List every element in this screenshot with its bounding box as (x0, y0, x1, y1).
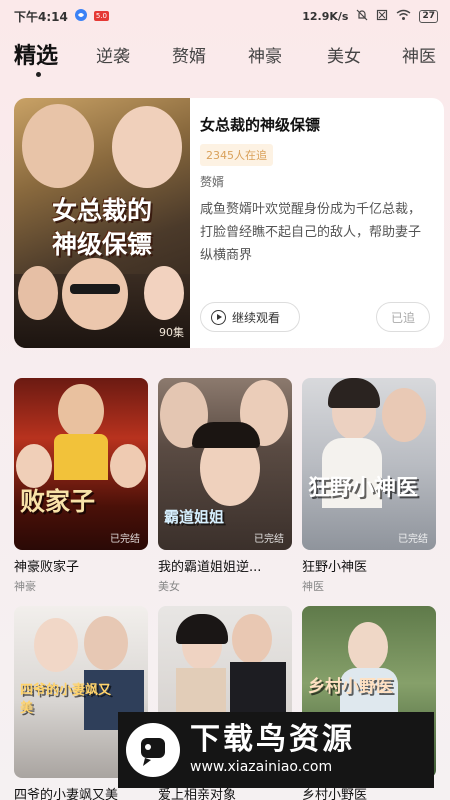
network-speed: 12.9K/s (302, 9, 349, 23)
category-tabs: 精选 逆袭 赘婿 神豪 美女 神医 (0, 36, 450, 84)
bird-logo-icon (126, 723, 180, 777)
watermark-banner: 下载鸟资源 www.xiazainiao.com (118, 712, 434, 788)
continue-watching-label: 继续观看 (232, 310, 281, 325)
drama-genre: 神医 (302, 580, 324, 593)
featured-title[interactable]: 女总裁的神级保镖 (200, 114, 320, 135)
drama-card[interactable]: 狂野小神医 已完结 狂野小神医 神医 (302, 378, 436, 594)
featured-genre: 赘婿 (200, 175, 225, 189)
drama-poster-title: 四爷的小妻飒又美 (20, 683, 112, 716)
tab-comeback[interactable]: 逆袭 (96, 42, 130, 67)
tab-tycoon[interactable]: 神豪 (248, 42, 282, 67)
completed-label: 已完结 (110, 534, 140, 545)
drama-genre: 美女 (158, 580, 180, 593)
drama-title[interactable]: 狂野小神医 (302, 556, 436, 575)
tab-featured[interactable]: 精选 (14, 38, 58, 70)
tab-doctor[interactable]: 神医 (402, 42, 436, 67)
tab-son-in-law[interactable]: 赘婿 (172, 42, 206, 67)
drama-poster-title: 狂野小神医 (308, 475, 419, 501)
featured-card[interactable]: 女总裁的 神级保镖 90集 女总裁的神级保镖 2345人在追 赘婿 咸鱼赘婿叶欢… (14, 98, 444, 348)
drama-poster[interactable]: 狂野小神医 已完结 (302, 378, 436, 550)
drama-title[interactable]: 我的霸道姐姐逆... (158, 556, 292, 575)
drama-poster-title: 霸道姐姐 (164, 508, 225, 526)
drama-poster[interactable]: 败家子 已完结 (14, 378, 148, 550)
battery-level: 27 (419, 9, 438, 23)
wifi-icon (396, 9, 411, 24)
tab-beauty[interactable]: 美女 (327, 42, 361, 67)
featured-episode-count: 90集 (159, 326, 184, 339)
drama-genre: 神豪 (14, 580, 36, 593)
drama-card[interactable]: 败家子 已完结 神豪败家子 神豪 (14, 378, 148, 594)
completed-label: 已完结 (398, 534, 428, 545)
continue-watching-button[interactable]: 继续观看 (200, 302, 300, 332)
followed-button[interactable]: 已追 (376, 302, 430, 332)
featured-poster[interactable]: 女总裁的 神级保镖 90集 (14, 98, 190, 348)
active-tab-indicator (36, 72, 41, 77)
drama-title[interactable]: 神豪败家子 (14, 556, 148, 575)
watermark-url: www.xiazainiao.com (190, 759, 333, 775)
completed-label: 已完结 (254, 534, 284, 545)
featured-description: 咸鱼赘婿叶欢觉醒身份成为千亿总裁，打脸曾经瞧不起自己的敌人，帮助妻子纵横商界 (200, 202, 422, 263)
play-icon (211, 309, 226, 325)
featured-poster-title: 女总裁的 神级保镖 (51, 196, 152, 259)
featured-followers-badge: 2345人在追 (200, 144, 273, 166)
drama-card[interactable]: 霸道姐姐 已完结 我的霸道姐姐逆... 美女 (158, 378, 292, 594)
sim-icon (376, 9, 388, 24)
status-time: 下午4:14 (14, 9, 68, 24)
notification-badge: 5.0 (93, 11, 109, 21)
mute-icon (356, 9, 368, 24)
drama-poster-title: 败家子 (20, 487, 96, 516)
drama-poster[interactable]: 霸道姐姐 已完结 (158, 378, 292, 550)
app-notification-icon (74, 8, 88, 25)
status-bar: 下午4:14 5.0 12.9K/s 27 (0, 0, 450, 32)
watermark-brand: 下载鸟资源 (190, 722, 355, 757)
drama-poster-title: 乡村小野医 (308, 677, 393, 697)
